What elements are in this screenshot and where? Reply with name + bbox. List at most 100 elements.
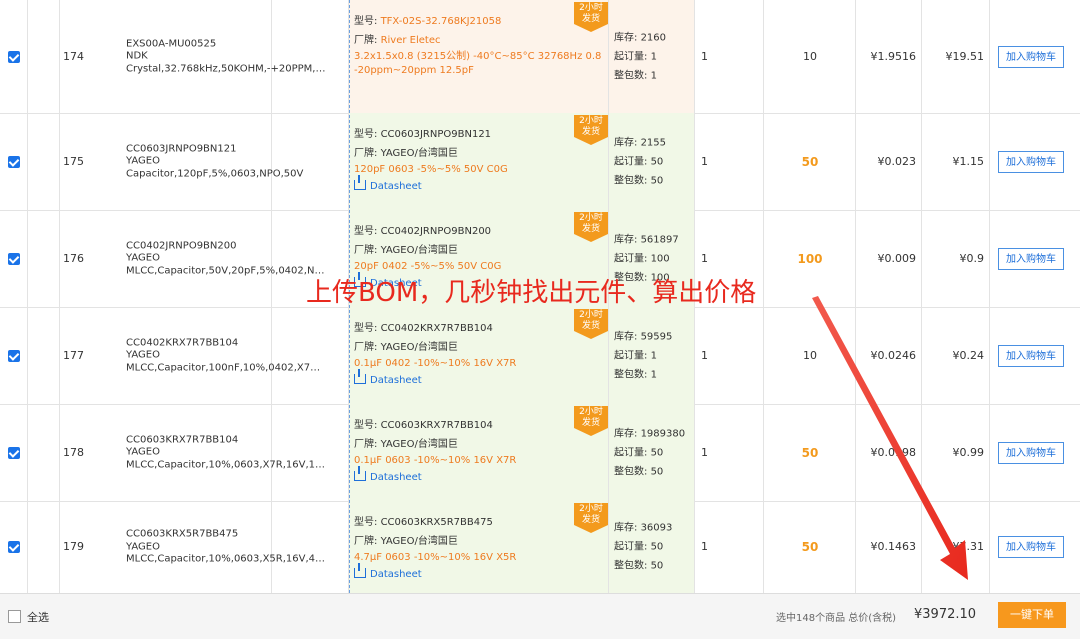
brand-line: 厂牌: YAGEO/台湾国巨 <box>354 435 609 454</box>
select-all-label[interactable]: 全选 <box>27 609 49 625</box>
badge-line-2: 发货 <box>581 515 600 525</box>
two-hour-ship-badge: 2小时 发货 <box>574 406 608 437</box>
brand-label: 厂牌: <box>354 245 378 256</box>
row-checkbox[interactable] <box>8 252 20 265</box>
multiplier: 1 <box>701 49 708 63</box>
badge-line-2: 发货 <box>581 224 600 234</box>
moq-value: 50 <box>650 447 664 458</box>
badge-line-2: 发货 <box>581 321 600 331</box>
table-row: 175 CC0603JRNPO9BN121 YAGEO Capacitor,12… <box>0 113 1080 211</box>
brand-line: 厂牌: YAGEO/台湾国巨 <box>354 241 609 260</box>
badge-line-1: 2小时 <box>579 504 603 514</box>
table-row: 174 EXS00A-MU00525 NDK Crystal,32.768kHz… <box>0 0 1080 114</box>
index-cell: 176 <box>28 210 84 307</box>
brand-value: YAGEO/台湾国巨 <box>380 148 458 159</box>
badge-line-1: 2小时 <box>579 213 603 223</box>
buy-qty[interactable]: 50 <box>764 446 856 460</box>
datasheet-link[interactable]: Datasheet <box>354 369 609 390</box>
select-cell <box>0 0 28 113</box>
line-total: ¥1.15 <box>952 154 985 168</box>
buy-qty[interactable]: 10 <box>764 349 856 362</box>
qty-cell: 10 <box>272 113 564 210</box>
unit-price: ¥0.1463 <box>870 540 917 553</box>
download-icon <box>354 466 366 481</box>
matched-part-info: 型号: CC0603JRNPO9BN121 厂牌: YAGEO/台湾国巨 120… <box>354 125 609 196</box>
add-to-cart-button[interactable]: 加入购物车 <box>998 150 1064 173</box>
stock-info: 库存: 2155 起订量: 50 整包数: 50 <box>614 133 666 190</box>
row-checkbox[interactable] <box>8 446 20 459</box>
add-to-cart-button[interactable]: 加入购物车 <box>998 344 1064 367</box>
add-to-cart-button[interactable]: 加入购物车 <box>998 247 1064 270</box>
brand-value: River Eletec <box>380 35 441 46</box>
pack-label: 整包数: <box>614 560 648 572</box>
brand-label: 厂牌: <box>354 536 378 547</box>
datasheet-link[interactable]: Datasheet <box>354 563 609 584</box>
select-cell <box>0 307 28 404</box>
one-cell: 1 <box>695 404 764 501</box>
qty-cell: 10 <box>272 307 564 404</box>
spec-text: 4.7μF 0603 -10%~10% 16V X5R <box>354 552 517 563</box>
brand-value: YAGEO/台湾国巨 <box>380 245 458 256</box>
moq-value: 50 <box>650 156 664 167</box>
add-to-cart-button[interactable]: 加入购物车 <box>998 45 1064 68</box>
brand-line: 厂牌: YAGEO/台湾国巨 <box>354 338 609 357</box>
stock-label: 库存: <box>614 32 638 43</box>
spec-text: 3.2x1.5x0.8 (3215公制) -40°C~85°C 32768Hz … <box>354 51 602 76</box>
add-to-cart-button[interactable]: 加入购物车 <box>998 441 1064 464</box>
index-cell: 178 <box>28 404 84 501</box>
datasheet-label: Datasheet <box>370 181 422 192</box>
matched-part-info: 型号: CC0603KRX7R7BB104 厂牌: YAGEO/台湾国巨 0.1… <box>354 416 609 487</box>
stock-info: 库存: 2160 起订量: 1 整包数: 1 <box>614 28 666 85</box>
matched-part-info: 型号: CC0603KRX5R7BB475 厂牌: YAGEO/台湾国巨 4.7… <box>354 513 609 584</box>
buy-qty[interactable]: 50 <box>764 540 856 554</box>
unit-price: ¥0.023 <box>877 154 917 168</box>
download-icon <box>354 563 366 578</box>
line-total: ¥19.51 <box>945 49 985 63</box>
one-click-order-button[interactable]: 一键下单 <box>998 602 1066 628</box>
unit-price: ¥0.0246 <box>870 348 917 362</box>
buy-qty[interactable]: 10 <box>764 50 856 63</box>
row-checkbox[interactable] <box>8 349 20 362</box>
datasheet-link[interactable]: Datasheet <box>354 175 609 196</box>
model-value: CC0402JRNPO9BN200 <box>380 226 492 237</box>
two-hour-ship-badge: 2小时 发货 <box>574 2 608 33</box>
select-all-checkbox[interactable] <box>8 610 21 623</box>
moq-label: 起订量: <box>614 350 648 361</box>
stock-label: 库存: <box>614 234 638 245</box>
row-checkbox[interactable] <box>8 155 20 168</box>
badge-line-1: 2小时 <box>579 407 603 417</box>
stock-label: 库存: <box>614 331 638 342</box>
model-line: 型号: CC0402KRX7R7BB104 <box>354 319 609 338</box>
brand-value: YAGEO/台湾国巨 <box>380 342 458 353</box>
row-checkbox[interactable] <box>8 541 20 553</box>
model-value: CC0603KRX5R7BB475 <box>380 517 493 528</box>
model-label: 型号: <box>354 420 378 431</box>
footer-bar: 全选 选中148个商品 总价(含税) ¥3972.10 一键下单 <box>0 593 1080 639</box>
one-cell: 1 <box>695 501 764 593</box>
datasheet-label: Datasheet <box>370 569 422 580</box>
buy-qty[interactable]: 50 <box>764 155 856 169</box>
index-cell: 179 <box>28 501 84 593</box>
line-total: ¥0.9 <box>959 251 985 265</box>
add-to-cart-button[interactable]: 加入购物车 <box>998 536 1064 558</box>
moq-label: 起订量: <box>614 447 648 458</box>
buy-qty[interactable]: 100 <box>764 252 856 266</box>
two-hour-ship-badge: 2小时 发货 <box>574 309 608 340</box>
index-cell: 175 <box>28 113 84 210</box>
pack-label: 整包数: <box>614 466 648 477</box>
pack-label: 整包数: <box>614 175 648 186</box>
stock-value: 2155 <box>640 137 667 148</box>
row-checkbox[interactable] <box>8 50 20 63</box>
badge-line-1: 2小时 <box>579 3 603 13</box>
model-label: 型号: <box>354 517 378 528</box>
datasheet-link[interactable]: Datasheet <box>354 466 609 487</box>
badge-line-2: 发货 <box>581 14 600 24</box>
model-label: 型号: <box>354 129 378 140</box>
moq-label: 起订量: <box>614 541 648 553</box>
multiplier: 1 <box>701 154 708 168</box>
pack-label: 整包数: <box>614 369 648 380</box>
moq-label: 起订量: <box>614 51 648 62</box>
unit-price: ¥0.009 <box>877 251 917 265</box>
stock-value: 1989380 <box>640 428 686 439</box>
stock-value: 36093 <box>640 522 673 534</box>
